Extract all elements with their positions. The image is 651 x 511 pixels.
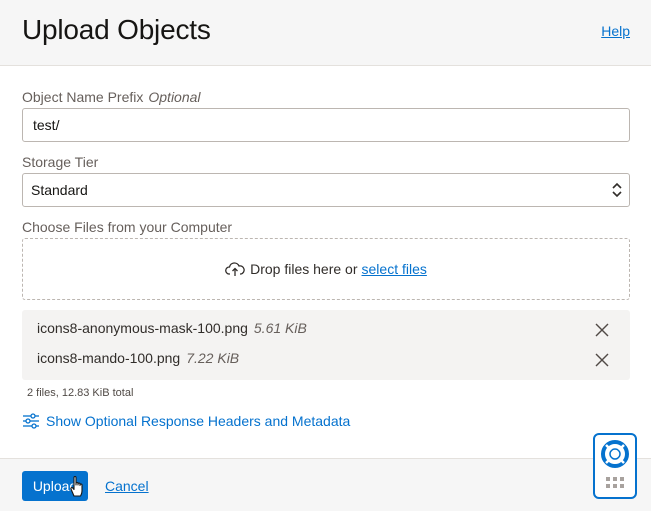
sliders-icon <box>23 413 39 429</box>
close-icon[interactable] <box>595 323 609 337</box>
prefix-label-text: Object Name Prefix <box>22 89 144 105</box>
storage-tier-value: Standard <box>31 182 88 198</box>
help-link[interactable]: Help <box>601 23 630 39</box>
hand-cursor-icon <box>70 476 83 497</box>
lifebuoy-icon <box>601 440 629 488</box>
file-size: 7.22 KiB <box>186 350 240 366</box>
cancel-button[interactable]: Cancel <box>105 478 149 494</box>
files-summary: 2 files, 12.83 KiB total <box>27 387 134 399</box>
list-item: icons8-anonymous-mask-100.png 5.61 KiB <box>37 320 630 340</box>
file-name: icons8-mando-100.png <box>37 350 181 366</box>
choose-files-label: Choose Files from your Computer <box>22 219 233 235</box>
file-dropzone[interactable]: Drop files here or select files <box>22 238 630 300</box>
storage-tier-label: Storage Tier <box>22 154 99 170</box>
dialog-footer: Upload Cancel <box>0 458 651 511</box>
dialog-header: Upload Objects Help <box>0 0 651 66</box>
file-size: 5.61 KiB <box>253 320 307 336</box>
file-list: icons8-anonymous-mask-100.png 5.61 KiB ic… <box>22 310 630 380</box>
optional-tag: Optional <box>148 89 201 105</box>
upload-cloud-icon <box>225 262 245 276</box>
page-title: Upload Objects <box>22 14 211 45</box>
select-files-link[interactable]: select files <box>362 261 427 277</box>
file-name: icons8-anonymous-mask-100.png <box>37 320 248 336</box>
prefix-input[interactable] <box>22 108 630 142</box>
close-icon[interactable] <box>595 353 609 367</box>
drop-text: Drop files here or <box>250 261 358 277</box>
list-item: icons8-mando-100.png 7.22 KiB <box>37 350 630 370</box>
chevron-updown-icon <box>612 182 622 198</box>
storage-tier-select[interactable]: Standard <box>22 173 630 207</box>
optional-headers-label: Show Optional Response Headers and Metad… <box>46 413 351 429</box>
optional-headers-toggle[interactable]: Show Optional Response Headers and Metad… <box>22 411 350 431</box>
support-widget[interactable] <box>593 433 637 499</box>
prefix-label: Object Name Prefix Optional <box>22 89 201 105</box>
